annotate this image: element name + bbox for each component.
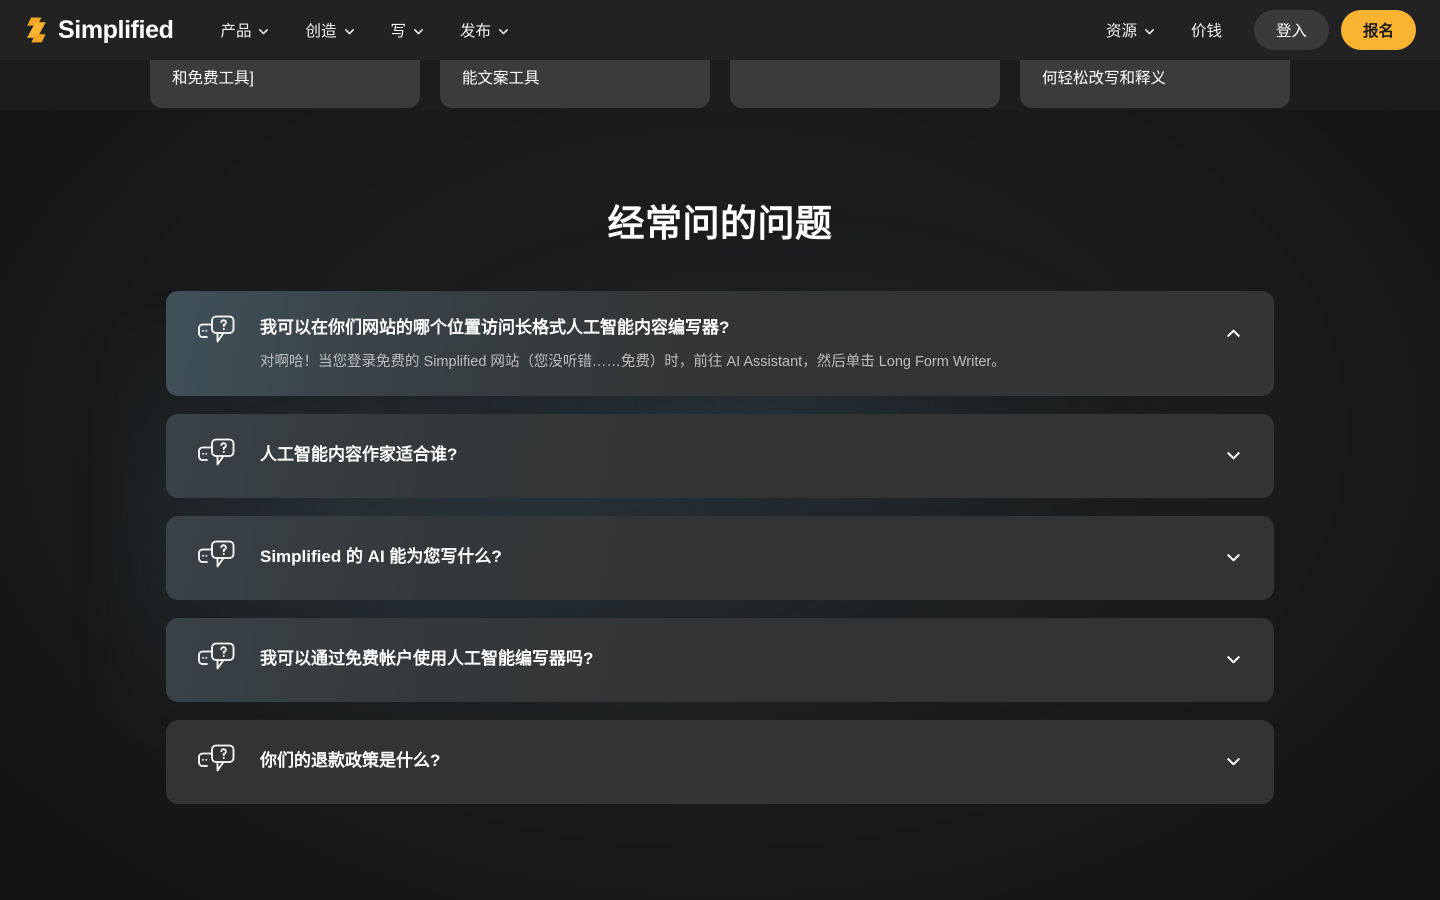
faq-item-header[interactable]: 我可以在你们网站的哪个位置访问长格式人工智能内容编写器? 对啊哈！当您登录免费的… [196,291,1248,396]
faq-question: 你们的退款政策是什么? [260,751,441,771]
nav-item-publish[interactable]: 发布 [442,0,527,60]
chevron-down-icon [498,26,509,37]
faq-item-content: 你们的退款政策是什么? [260,720,1248,804]
feature-card-label: 何轻松改写和释义 [1042,70,1167,87]
chevron-down-icon [1144,26,1155,37]
feature-card-label: 和免费工具] [172,70,254,87]
nav-item-label: 发布 [460,23,492,40]
faq-question: 人工智能内容作家适合谁? [260,445,458,465]
faq-item-content: Simplified 的 AI 能为您写什么? [260,516,1248,600]
faq-item-header[interactable]: 我可以通过免费帐户使用人工智能编写器吗? [196,618,1248,702]
faq-item-header[interactable]: Simplified 的 AI 能为您写什么? [196,516,1248,600]
login-button[interactable]: 登入 [1253,10,1329,50]
nav-item-pricing[interactable]: 价钱 [1173,0,1240,60]
faq-answer: 对啊哈！当您登录免费的 Simplified 网站（您没听错……免费）时，前往 … [260,353,1006,370]
question-chat-bubble-icon [196,641,236,679]
nav-item-resources[interactable]: 资源 [1088,0,1173,60]
question-chat-bubble-icon [196,743,236,781]
nav-left-group: Simplified 产品 创造 写 发布 [0,0,527,60]
faq-item-collapsed[interactable]: 我可以通过免费帐户使用人工智能编写器吗? [166,617,1274,702]
faq-question: Simplified 的 AI 能为您写什么? [260,547,502,567]
chevron-down-icon [1224,752,1243,771]
faq-item-collapsed[interactable]: Simplified 的 AI 能为您写什么? [166,515,1274,600]
top-navigation-bar: Simplified 产品 创造 写 发布 资源 价钱 登入 报名 [0,0,1440,60]
faq-toggle-button[interactable] [1216,414,1250,498]
nav-item-label: 资源 [1105,23,1137,40]
faq-item-collapsed[interactable]: 人工智能内容作家适合谁? [166,413,1274,498]
question-chat-bubble-icon [196,437,236,475]
chevron-down-icon [258,26,269,37]
faq-item-header[interactable]: 你们的退款政策是什么? [196,720,1248,804]
chevron-down-icon [1224,650,1243,669]
nav-item-write[interactable]: 写 [373,0,443,60]
question-chat-bubble-icon [196,314,236,352]
nav-item-create[interactable]: 创造 [287,0,372,60]
faq-toggle-button[interactable] [1216,516,1250,600]
brand-name: Simplified [58,15,174,44]
faq-item-content: 我可以通过免费帐户使用人工智能编写器吗? [260,618,1248,702]
brand-logo[interactable]: Simplified [24,15,174,44]
page-root: 和免费工具] 能文案工具 何轻松改写和释义 Simplified 产品 创造 写… [0,0,1440,900]
chevron-down-icon [1224,446,1243,465]
faq-question: 我可以在你们网站的哪个位置访问长格式人工智能内容编写器? [260,318,730,337]
faq-item-content: 我可以在你们网站的哪个位置访问长格式人工智能内容编写器? 对啊哈！当您登录免费的… [260,291,1248,396]
faq-question: 我可以通过免费帐户使用人工智能编写器吗? [260,649,594,669]
faq-item-expanded[interactable]: 我可以在你们网站的哪个位置访问长格式人工智能内容编写器? 对啊哈！当您登录免费的… [166,291,1274,396]
faq-item-header[interactable]: 人工智能内容作家适合谁? [196,414,1248,498]
chevron-up-icon [1224,324,1243,343]
faq-toggle-button[interactable] [1216,291,1250,375]
simplified-logo-mark-icon [24,16,49,44]
faq-toggle-button[interactable] [1216,618,1250,702]
feature-cards-strip: 和免费工具] 能文案工具 何轻松改写和释义 [0,20,1440,108]
nav-item-label: 价钱 [1190,23,1222,40]
nav-item-label: 产品 [220,23,252,40]
chevron-down-icon [413,26,424,37]
primary-nav-links: 产品 创造 写 发布 [202,0,527,60]
signup-button[interactable]: 报名 [1340,10,1416,50]
nav-item-label: 创造 [305,23,337,40]
faq-toggle-button[interactable] [1216,720,1250,804]
chevron-down-icon [1224,548,1243,567]
nav-item-label: 写 [390,23,407,40]
faq-item-content: 人工智能内容作家适合谁? [260,414,1248,498]
chevron-down-icon [344,26,355,37]
nav-right-group: 资源 价钱 登入 报名 [1088,0,1416,60]
faq-section: 经常问的问题 我可以在你们网站的哪个位置访问长格式人工智能内容编写器? 对啊哈！… [0,108,1440,822]
faq-item-collapsed[interactable]: 你们的退款政策是什么? [166,719,1274,804]
faq-section-title: 经常问的问题 [607,203,833,244]
feature-card-label: 能文案工具 [462,70,540,87]
nav-item-products[interactable]: 产品 [202,0,287,60]
faq-accordion-list: 我可以在你们网站的哪个位置访问长格式人工智能内容编写器? 对啊哈！当您登录免费的… [166,247,1274,804]
question-chat-bubble-icon [196,539,236,577]
